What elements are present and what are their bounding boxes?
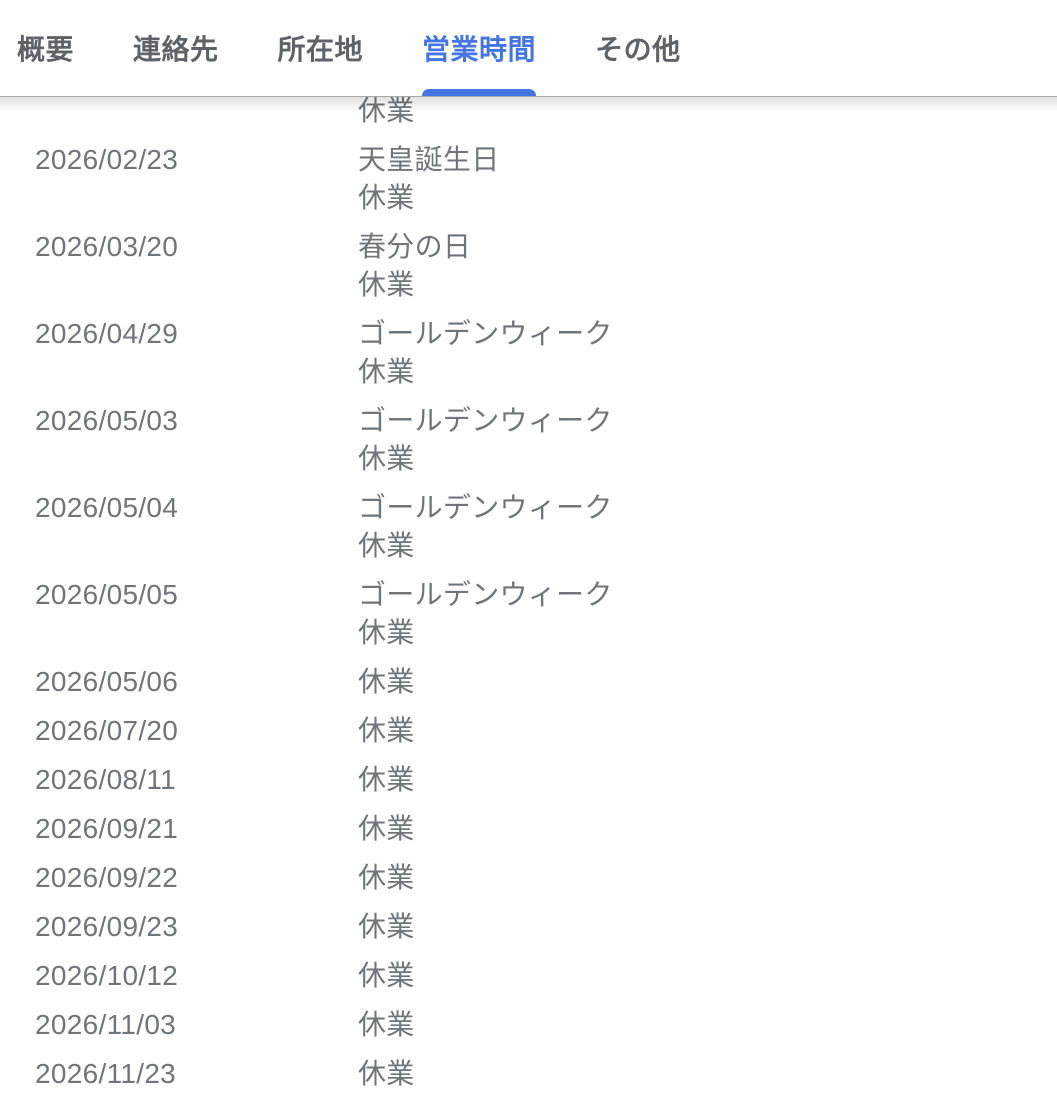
- status-label: 休業: [358, 353, 1057, 391]
- status-label: 休業: [358, 712, 1057, 750]
- tab-contact[interactable]: 連絡先: [133, 0, 219, 96]
- tab-other[interactable]: その他: [595, 0, 681, 96]
- date-cell: 2026/04/29: [0, 315, 358, 391]
- desc-cell: 休業: [358, 1006, 1057, 1044]
- desc-cell: ゴールデンウィーク 休業: [358, 402, 1057, 478]
- tab-bar: 概要 連絡先 所在地 営業時間 その他: [0, 0, 1057, 97]
- status-label: 休業: [358, 97, 1057, 130]
- tab-label: 概要: [17, 28, 74, 68]
- special-hours-row: 2026/02/23 天皇誕生日 休業: [0, 136, 1057, 223]
- holiday-name: 春分の日: [358, 228, 1057, 266]
- desc-cell: 天皇誕生日 休業: [358, 141, 1057, 217]
- tab-label: 営業時間: [422, 28, 536, 68]
- tab-label: 所在地: [278, 28, 364, 68]
- desc-cell: 休業: [358, 663, 1057, 701]
- tab-overview[interactable]: 概要: [17, 0, 74, 96]
- desc-cell: 休業: [358, 859, 1057, 897]
- status-label: 休業: [358, 179, 1057, 217]
- desc-cell: 休業: [358, 1055, 1057, 1093]
- active-tab-indicator: [422, 89, 536, 96]
- desc-cell: 休業: [358, 761, 1057, 799]
- status-label: 休業: [358, 614, 1057, 652]
- special-hours-row: 2026/05/04 ゴールデンウィーク 休業: [0, 484, 1057, 571]
- status-label: 休業: [358, 761, 1057, 799]
- holiday-name: ゴールデンウィーク: [358, 576, 1057, 614]
- status-label: 休業: [358, 1055, 1057, 1093]
- desc-cell: 休業: [358, 97, 1057, 130]
- status-label: 休業: [358, 663, 1057, 701]
- tab-hours[interactable]: 営業時間: [422, 0, 536, 96]
- status-label: 休業: [358, 908, 1057, 946]
- date-cell: 2026/11/03: [0, 1006, 358, 1044]
- date-cell: [0, 97, 358, 130]
- date-cell: 2026/05/03: [0, 402, 358, 478]
- desc-cell: ゴールデンウィーク 休業: [358, 576, 1057, 652]
- special-hours-row: 2026/11/03 休業: [0, 1001, 1057, 1050]
- tab-label: その他: [595, 28, 681, 68]
- special-hours-row: 2026/09/23 休業: [0, 903, 1057, 952]
- date-cell: 2026/09/22: [0, 859, 358, 897]
- business-hours-content[interactable]: 休業 2026/02/23 天皇誕生日 休業 2026/03/20 春分の日 休…: [0, 97, 1057, 1115]
- status-label: 休業: [358, 527, 1057, 565]
- date-cell: 2026/09/21: [0, 810, 358, 848]
- date-cell: 2026/03/20: [0, 228, 358, 304]
- special-hours-row: 2026/07/20 休業: [0, 707, 1057, 756]
- holiday-name: ゴールデンウィーク: [358, 489, 1057, 527]
- special-hours-row: 2026/04/29 ゴールデンウィーク 休業: [0, 310, 1057, 397]
- special-hours-row: 2026/09/21 休業: [0, 805, 1057, 854]
- place-details-panel: 概要 連絡先 所在地 営業時間 その他 休業 2026/02/23 天皇誕生日 …: [0, 0, 1057, 1115]
- tab-location[interactable]: 所在地: [278, 0, 364, 96]
- special-hours-list: 休業 2026/02/23 天皇誕生日 休業 2026/03/20 春分の日 休…: [0, 97, 1057, 1099]
- date-cell: 2026/07/20: [0, 712, 358, 750]
- date-cell: 2026/05/04: [0, 489, 358, 565]
- status-label: 休業: [358, 957, 1057, 995]
- desc-cell: 休業: [358, 908, 1057, 946]
- tab-label: 連絡先: [133, 28, 219, 68]
- desc-cell: 春分の日 休業: [358, 228, 1057, 304]
- desc-cell: 休業: [358, 957, 1057, 995]
- date-cell: 2026/02/23: [0, 141, 358, 217]
- desc-cell: ゴールデンウィーク 休業: [358, 315, 1057, 391]
- date-cell: 2026/05/05: [0, 576, 358, 652]
- holiday-name: ゴールデンウィーク: [358, 315, 1057, 353]
- holiday-name: ゴールデンウィーク: [358, 402, 1057, 440]
- date-cell: 2026/08/11: [0, 761, 358, 799]
- special-hours-row: 2026/11/23 休業: [0, 1050, 1057, 1099]
- date-cell: 2026/10/12: [0, 957, 358, 995]
- desc-cell: 休業: [358, 810, 1057, 848]
- date-cell: 2026/09/23: [0, 908, 358, 946]
- status-label: 休業: [358, 859, 1057, 897]
- special-hours-row-clipped: 休業: [0, 97, 1057, 136]
- holiday-name: 天皇誕生日: [358, 141, 1057, 179]
- date-cell: 2026/11/23: [0, 1055, 358, 1093]
- date-cell: 2026/05/06: [0, 663, 358, 701]
- special-hours-row: 2026/10/12 休業: [0, 952, 1057, 1001]
- status-label: 休業: [358, 266, 1057, 304]
- special-hours-row: 2026/05/06 休業: [0, 658, 1057, 707]
- special-hours-row: 2026/05/03 ゴールデンウィーク 休業: [0, 397, 1057, 484]
- special-hours-row: 2026/08/11 休業: [0, 756, 1057, 805]
- status-label: 休業: [358, 440, 1057, 478]
- status-label: 休業: [358, 1006, 1057, 1044]
- special-hours-row: 2026/05/05 ゴールデンウィーク 休業: [0, 571, 1057, 658]
- status-label: 休業: [358, 810, 1057, 848]
- special-hours-row: 2026/03/20 春分の日 休業: [0, 223, 1057, 310]
- special-hours-row: 2026/09/22 休業: [0, 854, 1057, 903]
- desc-cell: 休業: [358, 712, 1057, 750]
- desc-cell: ゴールデンウィーク 休業: [358, 489, 1057, 565]
